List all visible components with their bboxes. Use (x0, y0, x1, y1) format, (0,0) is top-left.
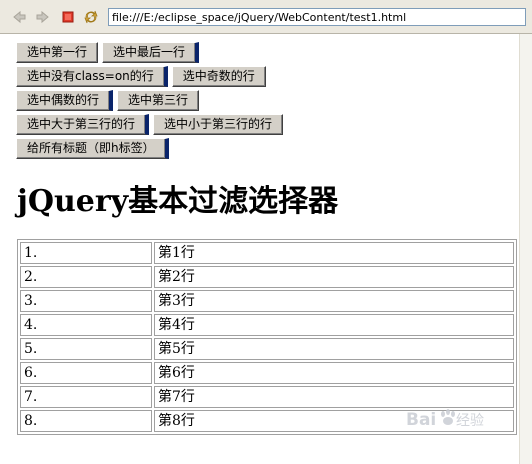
stop-icon[interactable] (60, 9, 76, 25)
page-title: jQuery基本过滤选择器 (17, 184, 339, 219)
select-lt-third-button[interactable]: 选中小于第三行的行 (153, 114, 284, 135)
address-input[interactable] (108, 8, 526, 26)
refresh-icon[interactable] (83, 9, 99, 25)
select-odd-rows-button[interactable]: 选中奇数的行 (171, 66, 266, 87)
select-gt-third-button[interactable]: 选中大于第三行的行 (16, 114, 150, 135)
button-row: 选中大于第三行的行 选中小于第三行的行 (16, 114, 287, 135)
row-number: 8. (20, 410, 152, 432)
row-number: 1. (20, 242, 152, 264)
row-number: 6. (20, 362, 152, 384)
row-number: 7. (20, 386, 152, 408)
select-even-rows-button[interactable]: 选中偶数的行 (16, 90, 114, 111)
row-label: 第1行 (154, 242, 514, 264)
table-row: 5. 第5行 (20, 338, 514, 360)
row-label: 第6行 (154, 362, 514, 384)
back-icon[interactable] (11, 9, 27, 25)
row-number: 4. (20, 314, 152, 336)
select-last-row-button[interactable]: 选中最后一行 (102, 42, 200, 63)
row-label: 第2行 (154, 266, 514, 288)
row-label: 第4行 (154, 314, 514, 336)
button-row: 选中没有class=on的行 选中奇数的行 (16, 66, 270, 87)
table-row: 4. 第4行 (20, 314, 514, 336)
select-first-row-button[interactable]: 选中第一行 (16, 42, 99, 63)
style-headings-button[interactable]: 给所有标题（即h标签） (16, 138, 169, 159)
svg-text:经验: 经验 (456, 413, 484, 429)
row-number: 5. (20, 338, 152, 360)
button-row: 给所有标题（即h标签） (16, 138, 173, 159)
forward-icon[interactable] (35, 9, 51, 25)
svg-text:Bai: Bai (406, 410, 436, 430)
button-row: 选中第一行 选中最后一行 (16, 42, 203, 63)
row-number: 3. (20, 290, 152, 312)
table-row: 1. 第1行 (20, 242, 514, 264)
row-label: 第3行 (154, 290, 514, 312)
button-row: 选中偶数的行 选中第三行 (16, 90, 203, 111)
row-number: 2. (20, 266, 152, 288)
select-not-class-on-button[interactable]: 选中没有class=on的行 (16, 66, 168, 87)
browser-toolbar (0, 0, 532, 34)
table-row: 6. 第6行 (20, 362, 514, 384)
row-label: 第5行 (154, 338, 514, 360)
baidu-watermark-logo: Bai 经验 (406, 404, 498, 434)
table-row: 3. 第3行 (20, 290, 514, 312)
select-third-row-button[interactable]: 选中第三行 (117, 90, 200, 111)
vertical-scrollbar[interactable] (519, 34, 532, 464)
table-row: 2. 第2行 (20, 266, 514, 288)
